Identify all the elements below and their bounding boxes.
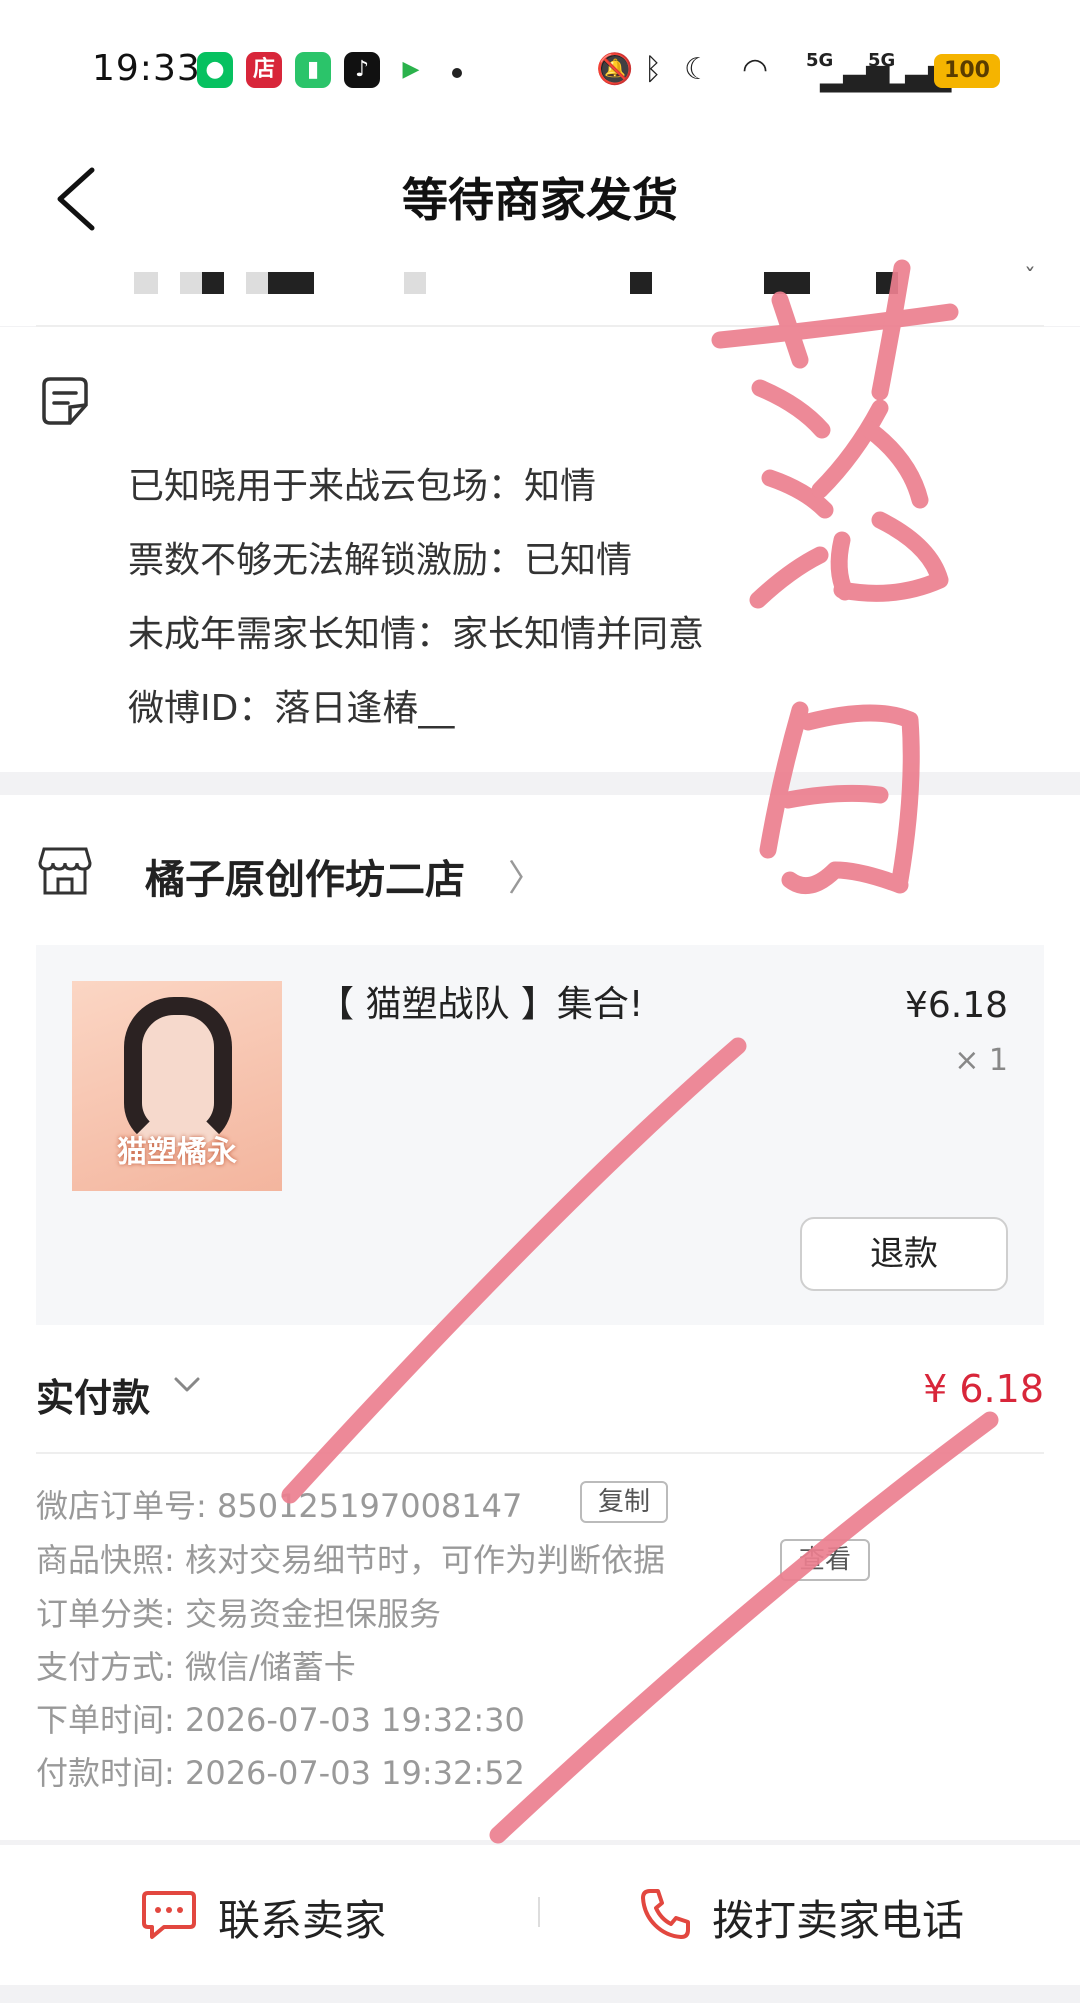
category-row: 订单分类: 交易资金担保服务 xyxy=(36,1589,441,1635)
status-bar: 19:33 ● 店 ▮ ♪ ▶ 🔕 ᛒ ☾ ◠ 5G ▂▄▆ 5G ▂▄▆ 10… xyxy=(0,0,1080,140)
divider xyxy=(36,1452,1044,1454)
snapshot-label: 商品快照: xyxy=(36,1541,175,1579)
battery-app-icon: ▮ xyxy=(295,52,331,88)
copy-button[interactable]: 复制 xyxy=(580,1481,668,1523)
home-indicator-area xyxy=(0,1985,1080,2003)
note-line: 微博ID：落日逢椿__ xyxy=(128,688,455,729)
masked-block xyxy=(404,272,426,294)
masked-block xyxy=(134,272,158,294)
order-time-label: 下单时间: xyxy=(36,1701,175,1739)
chevron-down-icon[interactable] xyxy=(172,1369,202,1399)
payment-row: 支付方式: 微信/储蓄卡 xyxy=(36,1642,356,1688)
note-icon xyxy=(42,377,88,425)
order-number-row: 微店订单号: 850125197008147 xyxy=(36,1481,522,1527)
product-quantity: × 1 xyxy=(954,1043,1008,1078)
store-icon xyxy=(38,847,92,895)
chevron-right-icon[interactable]: 〉 xyxy=(508,849,544,901)
product-thumbnail-caption: 猫塑橘永 xyxy=(117,1135,237,1170)
divider xyxy=(538,1897,540,1927)
pay-time-value: 2026-07-03 19:32:52 xyxy=(184,1754,525,1792)
paid-amount: ¥ 6.18 xyxy=(923,1367,1044,1411)
snapshot-row: 商品快照: 核对交易细节时，可作为判断依据 xyxy=(36,1535,665,1581)
bottom-action-bar: 联系卖家 拨打卖家电话 xyxy=(0,1845,1080,1985)
bluetooth-icon: ᛒ xyxy=(644,52,662,87)
category-label: 订单分类: xyxy=(36,1595,175,1633)
masked-block xyxy=(202,272,224,294)
mute-icon: 🔕 xyxy=(596,52,634,87)
refund-button[interactable]: 退款 xyxy=(800,1217,1008,1291)
product-card[interactable]: 猫塑橘永 【 猫塑战队 】集合! ¥6.18 × 1 退款 xyxy=(36,945,1044,1325)
order-time-value: 2026-07-03 19:32:30 xyxy=(184,1701,525,1739)
note-line: 已知晓用于来战云包场：知情 xyxy=(128,466,597,507)
shop-name[interactable]: 橘子原创作坊二店 xyxy=(145,847,465,905)
pay-time-row: 付款时间: 2026-07-03 19:32:52 xyxy=(36,1748,525,1794)
masked-block xyxy=(630,272,652,294)
payment-label: 支付方式: xyxy=(36,1648,175,1686)
status-time: 19:33 xyxy=(92,48,201,89)
view-snapshot-button[interactable]: 查看 xyxy=(780,1539,870,1581)
product-name: 【 猫塑战队 】集合! xyxy=(318,984,644,1025)
order-number-label: 微店订单号: xyxy=(36,1487,207,1525)
phone-icon[interactable] xyxy=(636,1885,694,1943)
battery-indicator: 100 xyxy=(934,54,1000,88)
page-title: 等待商家发货 xyxy=(402,173,678,227)
masked-block xyxy=(764,272,810,294)
order-number: 850125197008147 xyxy=(216,1487,523,1525)
product-portrait xyxy=(124,997,232,1147)
note-line: 未成年需家长知情：家长知情并同意 xyxy=(128,614,705,655)
product-thumbnail[interactable]: 猫塑橘永 xyxy=(72,981,282,1191)
order-time-row: 下单时间: 2026-07-03 19:32:30 xyxy=(36,1695,525,1741)
masked-block xyxy=(876,272,898,294)
buyer-notes: 已知晓用于来战云包场：知情 票数不够无法解锁激励：已知情 未成年需家长知情：家长… xyxy=(0,327,1080,772)
call-seller-button[interactable]: 拨打卖家电话 xyxy=(712,1887,964,1948)
category-value: 交易资金担保服务 xyxy=(184,1595,441,1633)
pay-time-label: 付款时间: xyxy=(36,1754,175,1792)
video-app-icon: ▶ xyxy=(393,52,429,88)
shop-section: 橘子原创作坊二店 〉 猫塑橘永 【 猫塑战队 】集合! ¥6.18 × 1 退款… xyxy=(0,795,1080,1840)
masked-address-row[interactable]: ˇ xyxy=(0,260,1080,326)
header: 等待商家发货 xyxy=(0,140,1080,260)
chat-icon[interactable] xyxy=(140,1885,198,1943)
paid-label[interactable]: 实付款 xyxy=(36,1367,150,1422)
wechat-icon: ● xyxy=(197,52,233,88)
masked-block xyxy=(180,272,202,294)
shop-app-icon: 店 xyxy=(246,52,282,88)
note-line: 票数不够无法解锁激励：已知情 xyxy=(128,540,633,581)
snapshot-text: 核对交易细节时，可作为判断依据 xyxy=(184,1541,665,1579)
contact-seller-button[interactable]: 联系卖家 xyxy=(218,1887,386,1948)
masked-block xyxy=(246,272,268,294)
notification-dot xyxy=(452,68,462,78)
payment-value: 微信/储蓄卡 xyxy=(184,1648,356,1686)
chevron-down-icon[interactable]: ˇ xyxy=(1024,264,1036,292)
masked-block xyxy=(268,272,314,294)
product-price: ¥6.18 xyxy=(904,985,1008,1026)
wifi-icon: ◠ xyxy=(742,52,769,87)
tiktok-icon: ♪ xyxy=(344,52,380,88)
moon-icon: ☾ xyxy=(684,52,711,87)
